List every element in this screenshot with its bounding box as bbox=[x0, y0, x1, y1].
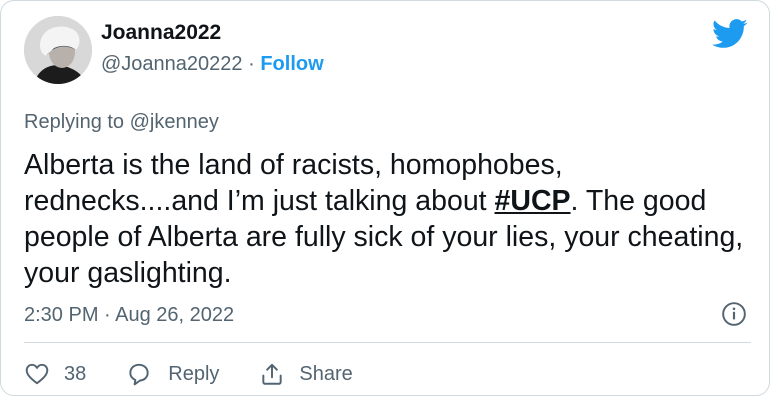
handle-separator: · bbox=[248, 53, 255, 75]
action-bar: 38 Reply Share bbox=[24, 361, 393, 387]
share-label: Share bbox=[299, 362, 353, 385]
replying-to: Replying to @jkenney bbox=[24, 111, 219, 134]
divider bbox=[24, 342, 751, 343]
avatar-photo bbox=[24, 16, 92, 84]
hashtag-link[interactable]: #UCP bbox=[495, 185, 571, 217]
like-button[interactable]: 38 bbox=[24, 361, 86, 387]
reply-button[interactable]: Reply bbox=[126, 361, 219, 387]
share-button[interactable]: Share bbox=[259, 361, 353, 387]
handle-row: @Joanna20222 · Follow bbox=[101, 53, 324, 76]
heart-icon bbox=[25, 363, 49, 385]
tweet-text-before: Alberta is the land of racists, homophob… bbox=[24, 149, 563, 217]
user-handle[interactable]: @Joanna20222 bbox=[101, 53, 243, 75]
avatar[interactable] bbox=[24, 16, 92, 84]
tweet-timestamp[interactable]: 2:30 PM · Aug 26, 2022 bbox=[24, 304, 234, 327]
info-icon[interactable] bbox=[721, 301, 747, 327]
tweet-card: Joanna2022 @Joanna20222 · Follow Replyin… bbox=[0, 0, 770, 396]
display-name[interactable]: Joanna2022 bbox=[101, 21, 221, 45]
tweet-text: Alberta is the land of racists, homophob… bbox=[24, 147, 754, 291]
twitter-bird-icon[interactable] bbox=[712, 19, 748, 49]
speech-bubble-icon bbox=[129, 363, 149, 386]
replying-to-handle[interactable]: @jkenney bbox=[130, 111, 219, 133]
share-icon bbox=[262, 363, 283, 385]
follow-button[interactable]: Follow bbox=[260, 53, 323, 75]
like-count: 38 bbox=[64, 362, 87, 385]
replying-to-label: Replying to bbox=[24, 111, 125, 133]
reply-label: Reply bbox=[168, 362, 220, 385]
